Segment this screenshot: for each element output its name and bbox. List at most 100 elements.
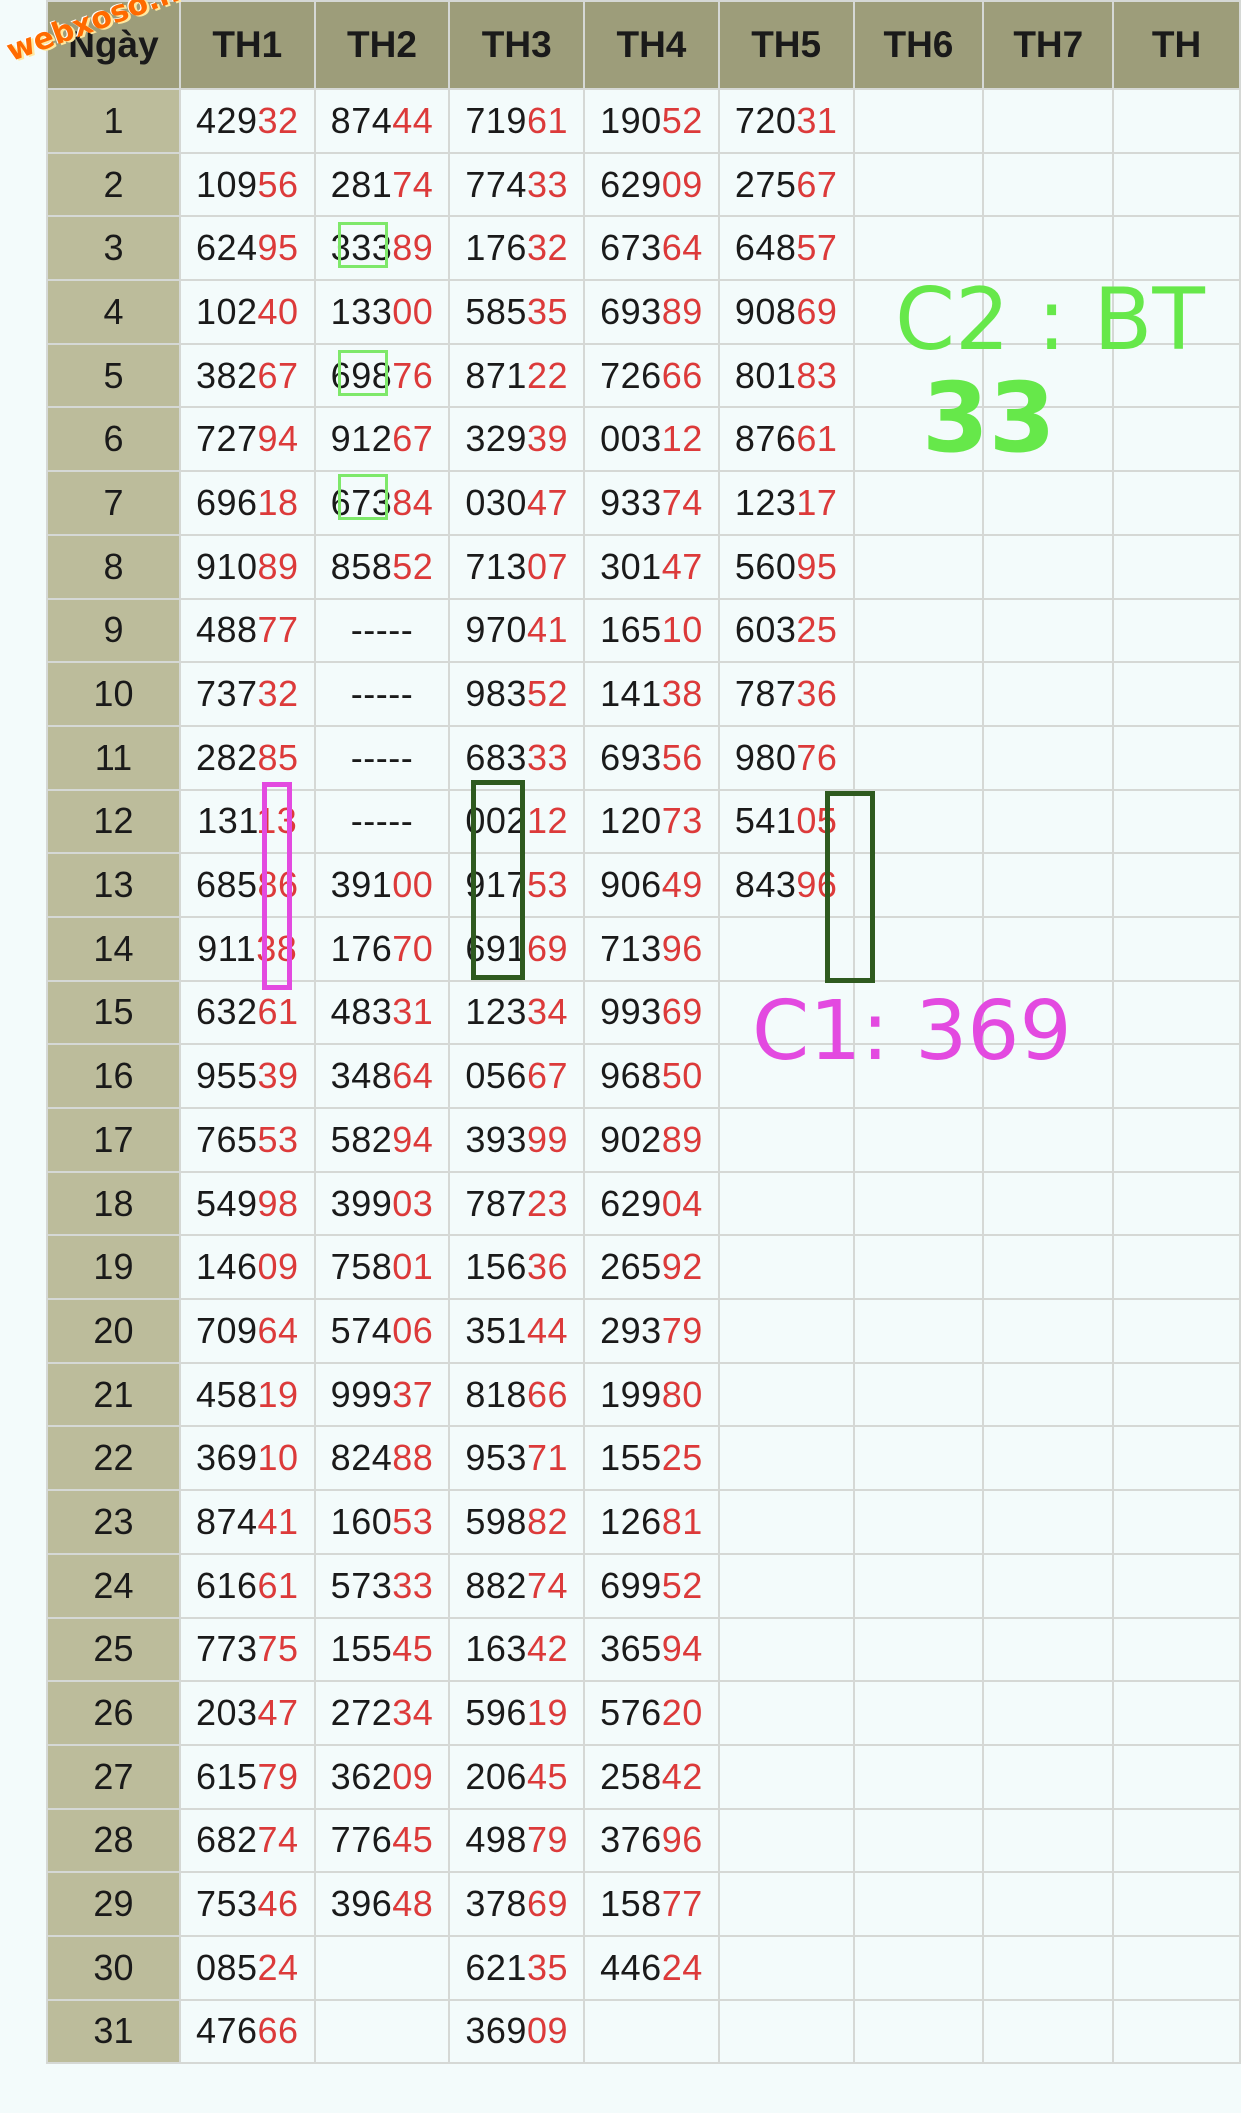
result-cell: 62904 [583, 1170, 720, 1237]
result-cell [982, 1998, 1115, 2065]
result-head-digits: 199 [600, 1373, 662, 1415]
result-head-digits: 574 [330, 1309, 393, 1351]
result-head-digits: 917 [465, 864, 527, 906]
day-cell: 10 [46, 661, 181, 727]
result-tail-digits: 06 [392, 1309, 434, 1351]
result-head-digits: 446 [600, 1946, 662, 1988]
result-tail-digits: 19 [257, 1373, 299, 1415]
result-cell [982, 597, 1115, 664]
result-cell: 35144 [448, 1298, 586, 1364]
result-cell: 71396 [583, 915, 720, 982]
result-cell: 91267 [313, 406, 451, 473]
result-head-digits: 624 [195, 227, 258, 269]
result-cell: 30147 [583, 533, 720, 600]
result-tail-digits: 09 [257, 1246, 299, 1288]
result-cell [982, 1489, 1115, 1555]
table-row: 20 70964 57406 35144 29379 [46, 1298, 1241, 1364]
result-head-digits: 301 [600, 545, 662, 587]
result-head-digits: 030 [465, 481, 527, 523]
result-cell: 77645 [313, 1807, 451, 1874]
day-cell: 6 [46, 406, 181, 473]
result-cell [852, 597, 985, 664]
result-cell [1112, 788, 1241, 855]
result-tail-digits: 94 [661, 1628, 703, 1670]
result-head-digits: 393 [465, 1118, 527, 1160]
result-cell: 59619 [448, 1680, 586, 1746]
day-cell: 23 [46, 1489, 181, 1555]
result-cell [852, 1871, 985, 1937]
result-head-digits: 673 [330, 481, 393, 523]
note-c2-number: 33 [922, 362, 1056, 474]
table-row: 2 10956 28174 77433 62909 27567 [46, 151, 1241, 218]
result-cell [1112, 533, 1241, 600]
result-tail-digits: 24 [661, 1946, 703, 1988]
result-tail-digits: 95 [796, 545, 838, 587]
day-cell: 16 [46, 1043, 181, 1109]
result-tail-digits: 89 [392, 227, 434, 269]
result-cell [982, 1552, 1115, 1619]
result-tail-digits: 01 [392, 1246, 434, 1288]
result-cell: 58294 [313, 1107, 451, 1173]
result-cell: 87441 [178, 1489, 316, 1555]
result-tail-digits: 69 [661, 991, 703, 1033]
result-cell [1112, 1807, 1241, 1874]
result-head-digits: 876 [734, 418, 797, 460]
table-row: 14 91138 17670 69169 71396 [46, 915, 1241, 982]
result-cell: 88274 [448, 1552, 586, 1619]
result-tail-digits: 48 [392, 1883, 434, 1925]
result-cell: 10956 [178, 151, 316, 218]
result-head-digits: 560 [734, 545, 797, 587]
result-tail-digits: 00 [392, 864, 434, 906]
result-head-digits: 576 [600, 1692, 662, 1734]
result-cell: 13300 [313, 279, 451, 345]
result-head-digits: 726 [600, 354, 662, 396]
result-tail-digits: 67 [392, 418, 434, 460]
result-cell [982, 1425, 1115, 1492]
result-head-digits: 391 [330, 864, 393, 906]
result-cell [852, 852, 985, 918]
result-cell: 75346 [178, 1871, 316, 1937]
result-cell: 77375 [178, 1616, 316, 1683]
result-tail-digits: 53 [526, 864, 569, 906]
result-head-digits: 765 [195, 1118, 258, 1160]
result-tail-digits: 86 [257, 864, 299, 906]
result-tail-digits: 94 [257, 418, 299, 460]
result-cell: 38267 [178, 342, 316, 409]
result-head-digits: 603 [734, 609, 797, 651]
day-cell: 9 [46, 597, 181, 664]
result-tail-digits: 44 [392, 99, 434, 141]
result-tail-digits: 36 [796, 673, 838, 715]
result-head-digits: 549 [195, 1182, 258, 1224]
result-head-digits: 131 [197, 800, 257, 842]
header-th4: TH4 [583, 0, 720, 90]
table-row: 12 13113 ----- 00212 12073 54105 [46, 788, 1241, 855]
result-tail-digits: 56 [257, 163, 299, 205]
result-head-digits: 376 [600, 1819, 662, 1861]
result-cell [717, 1425, 855, 1492]
result-head-digits: 190 [600, 99, 662, 141]
result-cell: 14138 [583, 661, 720, 727]
result-tail-digits: 10 [661, 609, 703, 651]
day-cell: 14 [46, 915, 181, 982]
result-tail-digits: 33 [392, 1564, 434, 1606]
header-th6: TH6 [852, 0, 985, 90]
result-tail-digits: 88 [392, 1437, 434, 1479]
result-cell [982, 88, 1115, 154]
result-cell [982, 1107, 1115, 1173]
note-c2: C2 : BT [895, 270, 1205, 370]
result-cell: 67364 [583, 215, 720, 282]
result-tail-digits: 56 [661, 736, 703, 778]
result-head-digits: 573 [330, 1564, 393, 1606]
result-cell: 17670 [313, 915, 451, 982]
table-row: 10 73732 ----- 98352 14138 78736 [46, 661, 1241, 727]
result-tail-digits: 18 [257, 481, 299, 523]
result-cell: 48331 [313, 979, 451, 1046]
result-tail-digits: 34 [526, 991, 569, 1033]
result-cell [852, 1998, 985, 2065]
result-head-digits: 156 [465, 1246, 527, 1288]
result-cell [852, 661, 985, 727]
result-head-digits: 902 [600, 1118, 662, 1160]
result-cell: 87661 [717, 406, 855, 473]
result-cell: 91138 [178, 915, 316, 982]
result-head-digits: 673 [600, 227, 662, 269]
